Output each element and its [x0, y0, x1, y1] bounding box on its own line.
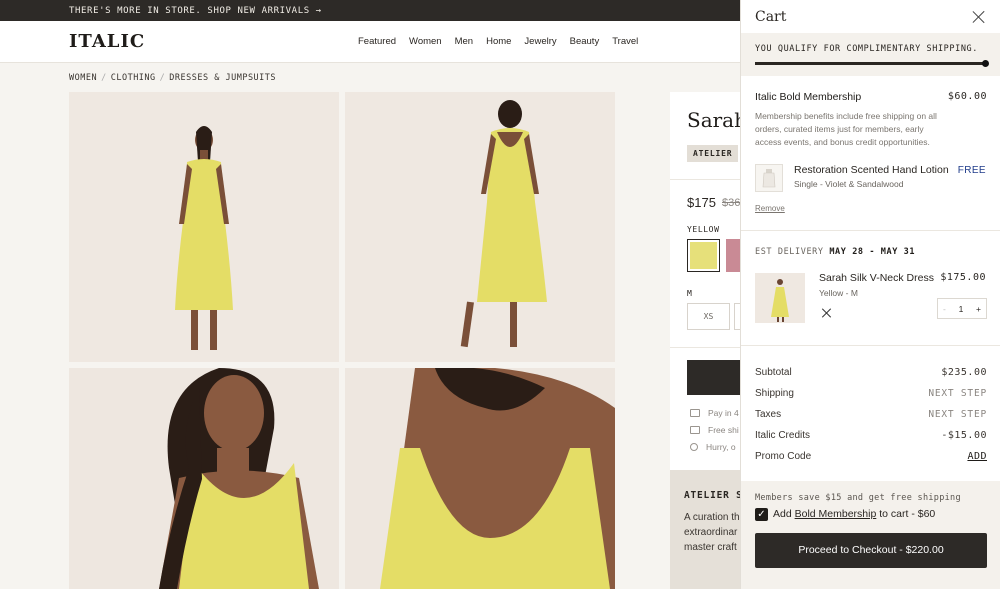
cart-item-variant: Yellow - M	[819, 288, 858, 298]
atelier-badge: ATELIER	[687, 145, 739, 162]
gift-variant: Single - Violet & Sandalwood	[794, 179, 904, 189]
breadcrumb-separator: /	[101, 73, 107, 83]
credits-row: Italic Credits -$15.00	[755, 430, 987, 441]
taxes-label: Taxes	[755, 409, 782, 420]
color-swatch-yellow[interactable]	[687, 239, 720, 272]
product-image-closeup-back[interactable]	[345, 368, 615, 589]
membership-description: Membership benefits include free shippin…	[755, 111, 937, 147]
breadcrumb-clothing[interactable]: CLOTHING	[111, 73, 156, 83]
product-image-back[interactable]	[345, 92, 615, 362]
shipping-row: Shipping NEXT STEP	[755, 388, 987, 399]
color-label: YELLOW	[687, 225, 720, 234]
taxes-value: NEXT STEP	[928, 409, 987, 420]
flame-icon	[690, 443, 698, 451]
estimated-delivery: EST DELIVERY MAY 28 - MAY 31	[755, 247, 915, 257]
product-image-front[interactable]	[69, 92, 339, 362]
breadcrumb-dresses[interactable]: DRESSES & JUMPSUITS	[169, 73, 276, 83]
breadcrumb-separator: /	[159, 73, 166, 83]
remove-item-icon[interactable]	[822, 308, 832, 318]
delivery-dates: MAY 28 - MAY 31	[829, 247, 916, 257]
truck-icon	[690, 426, 700, 434]
shipping-progress-fill	[755, 62, 985, 65]
shipping-label: Shipping	[755, 388, 794, 399]
gift-thumbnail	[755, 164, 783, 192]
atelier-text: A curation th extraordinar master craft	[684, 510, 744, 555]
quantity-increase-button[interactable]: +	[976, 304, 981, 314]
promo-label: Promo Code	[755, 451, 812, 462]
quantity-decrease-button[interactable]: -	[943, 304, 946, 314]
divider	[741, 345, 1000, 346]
quantity-stepper: - 1 +	[937, 298, 987, 319]
atelier-line: extraordinar	[684, 527, 738, 538]
bold-membership-link[interactable]: Bold Membership	[795, 508, 877, 520]
shipping-info: Free shi	[690, 425, 739, 435]
members-save-text: Members save $15 and get free shipping	[755, 493, 961, 503]
pay-info: Pay in 4	[690, 408, 739, 418]
add-membership-label: Add Bold Membership to cart - $60	[773, 508, 935, 520]
shipping-value: NEXT STEP	[928, 388, 987, 399]
promo-row: Promo Code ADD	[755, 451, 987, 462]
credits-label: Italic Credits	[755, 430, 811, 441]
compare-price: $36	[722, 197, 741, 209]
divider	[741, 230, 1000, 231]
breadcrumb-women[interactable]: WOMEN	[69, 73, 97, 83]
cart-item-price: $175.00	[940, 272, 986, 283]
subtotal-label: Subtotal	[755, 367, 792, 378]
gift-price: FREE	[957, 165, 986, 176]
checkout-footer: Members save $15 and get free shipping ✓…	[741, 481, 1000, 589]
nav-jewelry[interactable]: Jewelry	[524, 36, 556, 47]
shipping-message: YOU QUALIFY FOR COMPLIMENTARY SHIPPING.	[755, 44, 978, 54]
size-option-xs[interactable]: XS	[687, 303, 730, 330]
taxes-row: Taxes NEXT STEP	[755, 409, 987, 420]
remove-membership-link[interactable]: Remove	[755, 204, 785, 213]
nav-women[interactable]: Women	[409, 36, 442, 47]
atelier-line: A curation th	[684, 512, 740, 523]
subtotal-value: $235.00	[941, 367, 987, 378]
delivery-label: EST DELIVERY	[755, 247, 824, 257]
add-membership-prefix: Add	[773, 508, 795, 520]
nav-beauty[interactable]: Beauty	[570, 36, 600, 47]
gift-name: Restoration Scented Hand Lotion	[794, 164, 949, 176]
nav-men[interactable]: Men	[455, 36, 473, 47]
checkout-button[interactable]: Proceed to Checkout - $220.00	[755, 533, 987, 568]
close-icon[interactable]	[971, 9, 987, 25]
cart-item-thumbnail[interactable]	[755, 273, 805, 323]
logo[interactable]: ITALIC	[69, 31, 145, 52]
atelier-line: master craft	[684, 542, 737, 553]
quantity-value[interactable]: 1	[959, 304, 964, 314]
nav-travel[interactable]: Travel	[612, 36, 638, 47]
nav-home[interactable]: Home	[486, 36, 511, 47]
cart-item-name[interactable]: Sarah Silk V-Neck Dress	[819, 272, 934, 284]
membership-price: $60.00	[947, 91, 987, 102]
subtotal-row: Subtotal $235.00	[755, 367, 987, 378]
membership-item: Italic Bold Membership $60.00 Membership…	[755, 91, 987, 149]
shipping-info-text: Free shi	[708, 425, 739, 435]
breadcrumb: WOMEN / CLOTHING / DRESSES & JUMPSUITS	[69, 73, 276, 83]
product-image-closeup-front[interactable]	[69, 368, 339, 589]
shipping-progress-bar	[755, 60, 989, 67]
product-price: $175	[687, 195, 716, 210]
main-nav: Featured Women Men Home Jewelry Beauty T…	[358, 36, 638, 47]
credits-value: -$15.00	[941, 430, 987, 441]
add-membership-checkbox[interactable]: ✓	[755, 508, 768, 521]
stock-info: Hurry, o	[690, 442, 736, 452]
cart-title: Cart	[755, 9, 787, 25]
cart-drawer: Cart YOU QUALIFY FOR COMPLIMENTARY SHIPP…	[740, 0, 1000, 589]
stock-info-text: Hurry, o	[706, 442, 736, 452]
nav-featured[interactable]: Featured	[358, 36, 396, 47]
shipping-progress-area: YOU QUALIFY FOR COMPLIMENTARY SHIPPING.	[741, 33, 1000, 76]
pay-info-text: Pay in 4	[708, 408, 739, 418]
announcement-text[interactable]: THERE'S MORE IN STORE. SHOP NEW ARRIVALS…	[69, 6, 322, 16]
card-icon	[690, 409, 700, 417]
add-promo-link[interactable]: ADD	[967, 451, 987, 462]
add-membership-suffix: to cart - $60	[876, 508, 936, 520]
progress-dot-icon	[982, 60, 989, 67]
size-label: M	[687, 289, 692, 298]
